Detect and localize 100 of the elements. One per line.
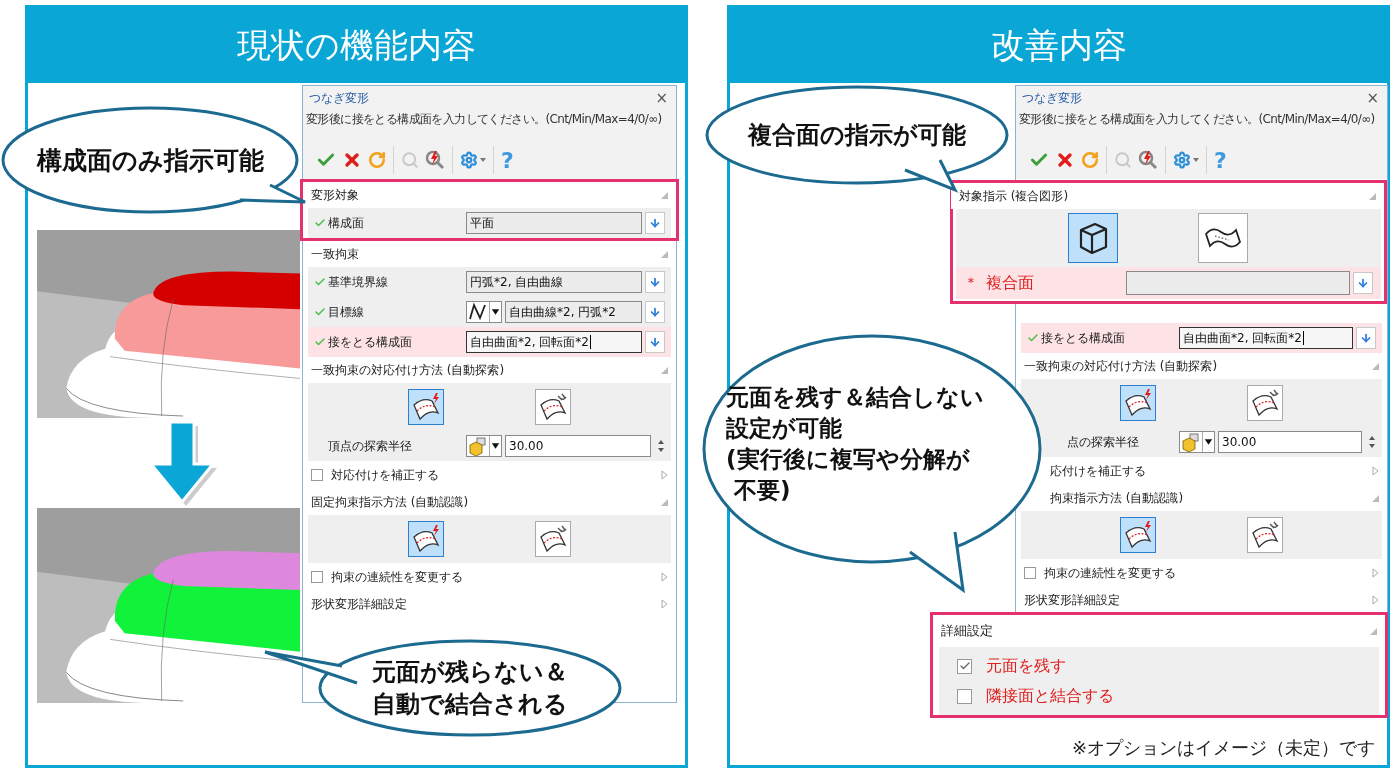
check-icon <box>314 217 326 229</box>
checkbox-label: 元面を残す <box>986 655 1066 677</box>
required-mark: ＊ <box>964 274 979 292</box>
cube-icon <box>1180 432 1202 452</box>
expand-triangle-icon[interactable] <box>1372 568 1379 578</box>
redo-button[interactable] <box>368 151 386 169</box>
input-field[interactable]: 30.00 <box>505 435 651 457</box>
caret-icon <box>1202 432 1214 452</box>
mode-option[interactable] <box>1120 385 1156 421</box>
field-label: 基準境界線 <box>328 273 389 291</box>
check-icon <box>1027 332 1039 344</box>
section-title: 形状変形詳細設定 <box>1024 591 1120 609</box>
input-field[interactable]: 平面 <box>466 212 642 234</box>
callout-text: 複合面の指示が可能 <box>748 120 966 151</box>
mode-option[interactable] <box>1247 517 1283 553</box>
down-arrow-icon <box>1357 277 1369 289</box>
collapse-triangle-icon[interactable] <box>1369 192 1376 200</box>
callout-text: 不要) <box>732 476 791 505</box>
check-icon <box>314 306 326 318</box>
search-bolt-button[interactable] <box>425 150 445 170</box>
collapse-triangle-icon[interactable] <box>1370 627 1377 635</box>
checkbox[interactable] <box>957 688 972 704</box>
field-label: 接をとる構成面 <box>328 333 413 351</box>
curve-icon <box>467 302 489 322</box>
mode-option[interactable] <box>1120 517 1156 553</box>
checkbox[interactable] <box>1024 567 1036 579</box>
collapse-triangle-icon[interactable] <box>1372 362 1379 370</box>
field-label: 頂点の探索半径 <box>328 437 413 455</box>
checkbox[interactable] <box>957 658 972 674</box>
surface-bolt-icon <box>1123 520 1153 550</box>
collapse-triangle-icon[interactable] <box>661 366 668 374</box>
pick-button[interactable] <box>1356 327 1376 349</box>
expand-triangle-icon[interactable] <box>1372 595 1379 605</box>
field-label: 構成面 <box>328 214 365 232</box>
expand-triangle-icon[interactable] <box>661 470 668 480</box>
callout-text: 元面が残らない＆ <box>372 657 568 688</box>
callout-text: 設定が可能 <box>726 414 842 443</box>
redo-button[interactable] <box>1081 151 1099 169</box>
close-button[interactable]: × <box>1366 89 1379 107</box>
surface-clip-icon <box>1250 388 1280 418</box>
pick-button[interactable] <box>645 212 665 234</box>
cancel-button[interactable] <box>342 150 362 170</box>
checkbox[interactable] <box>311 571 323 583</box>
close-button[interactable]: × <box>655 89 668 107</box>
input-field[interactable]: 自由曲線*2, 円弧*2 <box>505 301 642 323</box>
checkbox[interactable] <box>311 469 323 481</box>
checkbox-label: 拘束の連続性を変更する <box>1044 564 1176 582</box>
checkbox-label: 対応付けを補正する <box>331 466 439 484</box>
caret-icon <box>480 158 486 162</box>
curve-picker[interactable] <box>466 301 502 323</box>
search-bolt-button[interactable] <box>1138 150 1158 170</box>
input-field[interactable] <box>1126 271 1350 295</box>
mode-option[interactable] <box>408 521 444 557</box>
input-field[interactable]: 円弧*2, 自由曲線 <box>466 271 642 293</box>
field-label: 点の探索半径 <box>1066 433 1140 451</box>
pick-button[interactable] <box>645 301 665 323</box>
collapse-triangle-icon[interactable] <box>661 250 668 258</box>
cancel-button[interactable] <box>1055 150 1075 170</box>
surface-bolt-icon <box>1123 388 1153 418</box>
check-icon <box>314 336 326 348</box>
option-label: 応付けを補正する <box>1050 462 1146 480</box>
caret-icon <box>1193 158 1199 162</box>
dialog-prompt: 変形後に接をとる構成面を入力してください。(Cnt/Min/Max=4/0/∞) <box>1018 111 1376 128</box>
pick-button[interactable] <box>1353 272 1373 294</box>
expand-triangle-icon[interactable] <box>1372 466 1379 476</box>
down-arrow-icon <box>649 276 661 288</box>
collapse-triangle-icon[interactable] <box>661 191 668 199</box>
section-title: 詳細設定 <box>941 622 993 640</box>
mode-option[interactable] <box>535 389 571 425</box>
surface-bolt-icon <box>411 524 441 554</box>
cube-picker[interactable] <box>1179 431 1215 453</box>
input-field[interactable]: 自由曲面*2, 回転面*2 <box>1179 327 1353 349</box>
collapse-triangle-icon[interactable] <box>661 498 668 506</box>
expand-triangle-icon[interactable] <box>661 572 668 582</box>
section-title: 対象指示 (複合図形) <box>959 187 1069 205</box>
input-field[interactable]: 自由曲面*2, 回転面*2 <box>466 331 642 353</box>
settings-button[interactable] <box>1173 151 1199 169</box>
shape-option[interactable] <box>1198 213 1248 263</box>
cube-picker[interactable] <box>466 435 502 457</box>
expand-triangle-icon[interactable] <box>661 599 668 609</box>
input-field[interactable]: 30.00 <box>1218 431 1362 453</box>
down-arrow-icon <box>649 336 661 348</box>
mode-option[interactable] <box>408 389 444 425</box>
surface-clip-icon <box>1250 520 1280 550</box>
field-label: 目標線 <box>328 303 365 321</box>
section-title: 一致拘束 <box>311 245 359 263</box>
surface-bolt-icon <box>411 392 441 422</box>
section-title: 一致拘束の対応付け方法 (自動探索) <box>311 361 505 379</box>
mode-option[interactable] <box>535 521 571 557</box>
settings-button[interactable] <box>460 151 486 169</box>
pick-button[interactable] <box>645 331 665 353</box>
down-arrow-icon <box>649 306 661 318</box>
section-header[interactable]: 詳細設定 <box>933 615 1385 647</box>
section-title: 形状変形詳細設定 <box>311 595 407 613</box>
footnote: ※オプションはイメージ（未定）です <box>1070 736 1376 760</box>
pick-button[interactable] <box>645 271 665 293</box>
collapse-triangle-icon[interactable] <box>1372 494 1379 502</box>
shape-option[interactable] <box>1068 213 1118 263</box>
mode-option[interactable] <box>1247 385 1283 421</box>
callout-text: 構成面のみ指示可能 <box>36 144 264 177</box>
